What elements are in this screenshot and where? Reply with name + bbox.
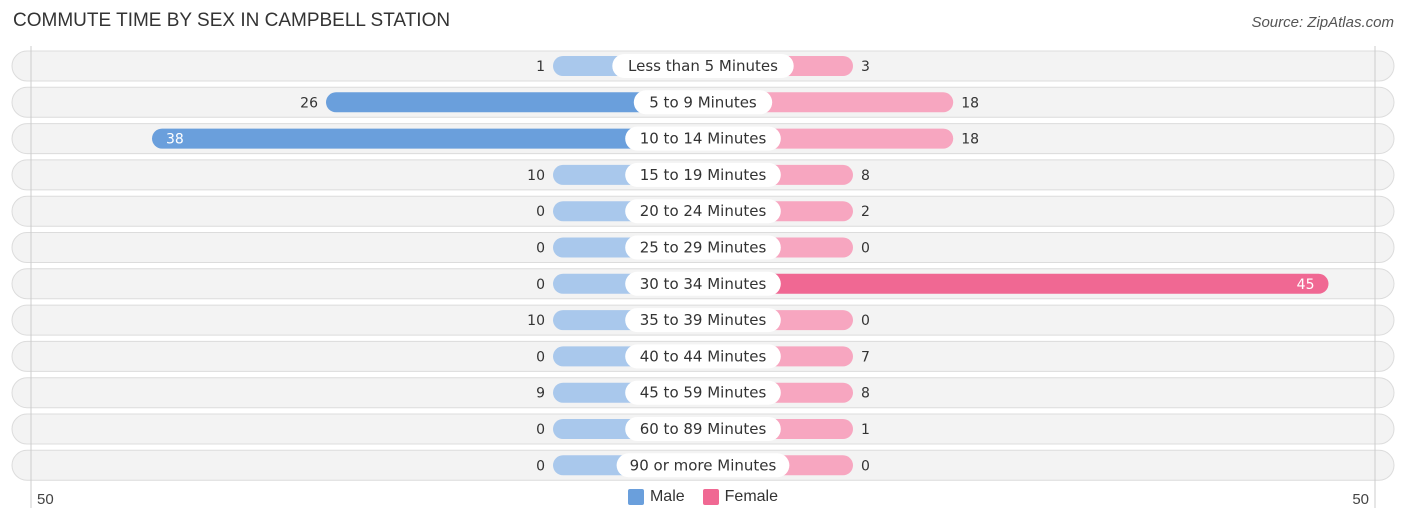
- category-label: 90 or more Minutes: [630, 456, 777, 474]
- value-label-male: 10: [527, 313, 545, 329]
- legend-item-female: Female: [702, 488, 779, 506]
- value-label-female: 45: [1297, 277, 1315, 293]
- value-label-female: 7: [861, 349, 870, 365]
- value-label-female: 8: [861, 168, 870, 184]
- value-label-female: 2: [861, 204, 870, 220]
- legend-item-male: Male: [627, 488, 685, 506]
- category-label: 30 to 34 Minutes: [640, 275, 767, 293]
- value-label-female: 0: [861, 313, 870, 329]
- value-label-male: 0: [536, 458, 545, 474]
- value-label-male: 38: [166, 132, 184, 148]
- value-label-female: 18: [961, 95, 979, 111]
- value-label-female: 1: [861, 422, 870, 438]
- category-label: 25 to 29 Minutes: [640, 239, 767, 257]
- category-label: 60 to 89 Minutes: [640, 420, 767, 438]
- category-label: 20 to 24 Minutes: [640, 202, 767, 220]
- value-label-male: 1: [536, 59, 545, 75]
- legend-swatch-male: [627, 489, 644, 505]
- category-label: Less than 5 Minutes: [628, 57, 778, 75]
- chart-legend: Male Female: [0, 488, 1406, 506]
- value-label-female: 3: [861, 59, 870, 75]
- legend-label-male: Male: [649, 488, 685, 505]
- value-label-female: 8: [861, 386, 870, 402]
- value-label-male: 9: [536, 386, 545, 402]
- value-label-male: 0: [536, 422, 545, 438]
- value-label-male: 0: [536, 277, 545, 293]
- chart-canvas: 1 3Less than 5 Minutes26 185 to 9 Minutes3…: [11, 46, 1395, 508]
- value-label-female: 0: [861, 458, 870, 474]
- category-label: 5 to 9 Minutes: [649, 93, 757, 111]
- category-label: 10 to 14 Minutes: [640, 130, 767, 148]
- legend-label-female: Female: [724, 488, 779, 505]
- value-label-female: 18: [961, 132, 979, 148]
- category-label: 45 to 59 Minutes: [640, 384, 767, 402]
- category-label: 40 to 44 Minutes: [640, 347, 767, 365]
- value-label-male: 26: [300, 95, 318, 111]
- value-label-female: 0: [861, 241, 870, 257]
- bar-female: [703, 273, 1329, 294]
- value-label-male: 0: [536, 349, 545, 365]
- value-label-male: 0: [536, 204, 545, 220]
- category-label: 15 to 19 Minutes: [640, 166, 767, 184]
- value-label-male: 10: [527, 168, 545, 184]
- value-label-male: 0: [536, 241, 545, 257]
- legend-swatch-female: [702, 489, 719, 505]
- bar-male: [152, 128, 703, 149]
- category-label: 35 to 39 Minutes: [640, 311, 767, 329]
